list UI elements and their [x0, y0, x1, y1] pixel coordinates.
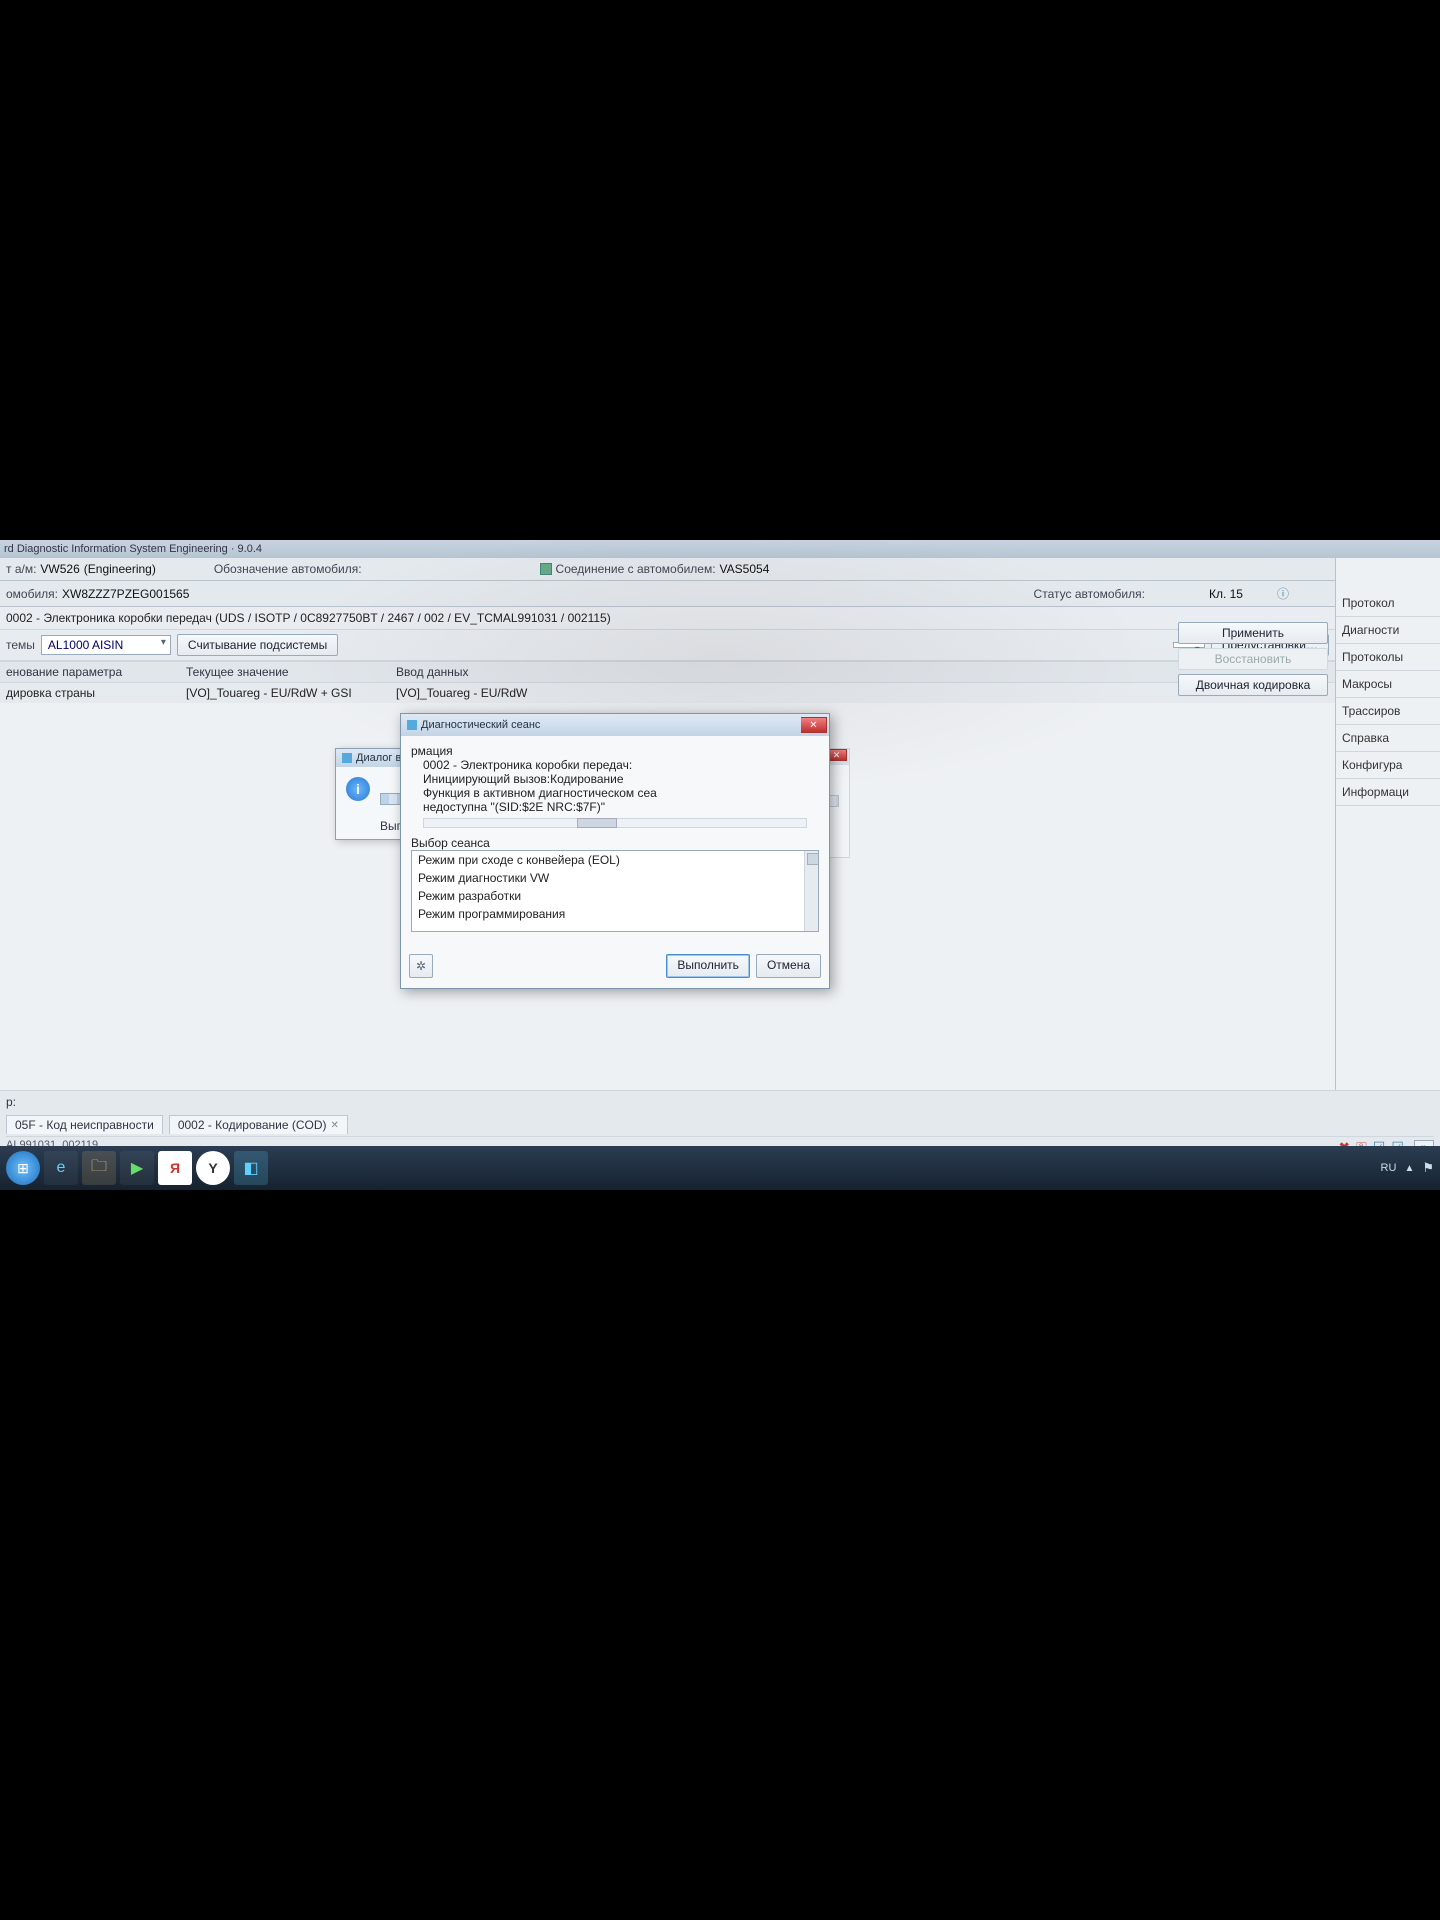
sidebar-tab[interactable]: Протокол	[1336, 590, 1440, 617]
module-identifier: 0002 - Электроника коробки передач (UDS …	[0, 607, 1335, 630]
table-row[interactable]: дировка страны [VO]_Touareg - EU/RdW + G…	[0, 683, 1335, 703]
session-option[interactable]: Режим разработки	[412, 887, 818, 905]
session-option[interactable]: Режим диагностики VW	[412, 869, 818, 887]
info-icon: i	[346, 777, 370, 801]
dialog-close-icon[interactable]: ✕	[801, 717, 827, 733]
sidebar-tab[interactable]: Макросы	[1336, 671, 1440, 698]
action-buttons: Применить Восстановить Двоичная кодировк…	[1178, 622, 1328, 696]
tray-show-hidden-icon[interactable]: ▲	[1404, 1163, 1414, 1174]
dialog-settings-icon[interactable]: ✲	[409, 954, 433, 978]
taskbar-yandex-icon[interactable]: Я	[158, 1151, 192, 1185]
binary-coding-button[interactable]: Двоичная кодировка	[1178, 674, 1328, 696]
dialog-info-line: Инициирующий вызов:Кодирование	[423, 772, 819, 786]
taskbar: ⊞ e 🗀 ▶ Я Y ◧ RU ▲ ⚑	[0, 1146, 1440, 1190]
th-param-name: енование параметра	[6, 665, 186, 679]
info-scrollbar[interactable]	[423, 818, 807, 828]
footer-label: р:	[6, 1095, 1434, 1113]
dialog-title-text: Диагностический сеанс	[421, 719, 540, 731]
vehicle-type-value: VW526	[40, 562, 79, 576]
taskbar-media-icon[interactable]: ▶	[120, 1151, 154, 1185]
right-sidebar: Протокол Диагности Протоколы Макросы Тра…	[1335, 558, 1440, 1118]
footer-tab[interactable]: 05F - Код неисправности	[6, 1115, 163, 1134]
cancel-button[interactable]: Отмена	[756, 954, 821, 978]
system-tray: RU ▲ ⚑	[1381, 1160, 1434, 1176]
tray-lang[interactable]: RU	[1381, 1162, 1397, 1174]
sidebar-tab[interactable]: Информаци	[1336, 779, 1440, 806]
connection-value: VAS5054	[720, 562, 770, 576]
vehicle-status-label: Статус автомобиля:	[1034, 587, 1145, 601]
dialog-info-header: рмация	[411, 744, 819, 758]
close-tab-icon[interactable]: ✕	[331, 1120, 339, 1131]
window-titlebar: rd Diagnostic Information System Enginee…	[0, 540, 1440, 558]
session-option[interactable]: Режим при сходе с конвейера (EOL)	[412, 851, 818, 869]
engineering-tag: (Engineering)	[84, 562, 156, 576]
diagnostic-session-dialog: Диагностический сеанс ✕ рмация 0002 - Эл…	[400, 713, 830, 989]
listbox-scrollbar[interactable]	[804, 851, 818, 931]
session-listbox[interactable]: Режим при сходе с конвейера (EOL) Режим …	[411, 850, 819, 932]
dialog-info-line: Функция в активном диагностическом сеа	[423, 786, 819, 800]
sidebar-tab[interactable]: Диагности	[1336, 617, 1440, 644]
cell-current-value: [VO]_Touareg - EU/RdW + GSI	[186, 686, 396, 700]
footer-tab[interactable]: 0002 - Кодирование (COD) ✕	[169, 1115, 348, 1134]
connection-icon	[540, 563, 552, 575]
dialog-info-line: 0002 - Электроника коробки передач:	[423, 758, 819, 772]
start-button[interactable]: ⊞	[6, 1151, 40, 1185]
footer-tab-label: 05F - Код неисправности	[15, 1118, 154, 1132]
taskbar-ie-icon[interactable]: e	[44, 1151, 78, 1185]
toolbar: темы AL1000 AISIN Считывание подсистемы …	[0, 630, 1335, 661]
footer-tab-label: 0002 - Кодирование (COD)	[178, 1118, 327, 1132]
session-select-label: Выбор сеанса	[411, 836, 819, 850]
app-icon	[342, 753, 352, 763]
taskbar-app-icon[interactable]: ◧	[234, 1151, 268, 1185]
app-icon	[407, 720, 417, 730]
cell-param-name: дировка страны	[6, 686, 186, 700]
sidebar-tab[interactable]: Конфигура	[1336, 752, 1440, 779]
header-row-2: омобиля: XW8ZZZ7PZEG001565 Статус автомо…	[0, 581, 1335, 607]
sidebar-tab[interactable]: Протоколы	[1336, 644, 1440, 671]
titlebar-text: rd Diagnostic Information System Enginee…	[4, 543, 262, 555]
vehicle-type-label: т а/м:	[6, 562, 36, 576]
read-subsystem-button[interactable]: Считывание подсистемы	[177, 634, 338, 656]
restore-button: Восстановить	[1178, 648, 1328, 670]
th-current-value: Текущее значение	[186, 665, 396, 679]
taskbar-yandex-browser-icon[interactable]: Y	[196, 1151, 230, 1185]
app-window: rd Diagnostic Information System Enginee…	[0, 540, 1440, 1190]
sidebar-tab[interactable]: Справка	[1336, 725, 1440, 752]
vin-value: XW8ZZZ7PZEG001565	[62, 587, 189, 601]
session-option[interactable]: Режим программирования	[412, 905, 818, 923]
vehicle-status-value: Кл. 15	[1209, 587, 1243, 601]
sidebar-tab[interactable]: Трассиров	[1336, 698, 1440, 725]
workspace: — ☐ ✕ Диалог вып i Выполняе	[0, 703, 1335, 1123]
info-icon[interactable]: ⓘ	[1277, 585, 1289, 602]
connection-label: Соединение с автомобилем:	[556, 562, 716, 576]
params-table-header: енование параметра Текущее значение Ввод…	[0, 661, 1335, 683]
vin-label: омобиля:	[6, 587, 58, 601]
taskbar-explorer-icon[interactable]: 🗀	[82, 1151, 116, 1185]
system-label: темы	[6, 638, 35, 652]
vehicle-desc-label: Обозначение автомобиля:	[214, 562, 362, 576]
apply-button[interactable]: Применить	[1178, 622, 1328, 644]
tray-flag-icon[interactable]: ⚑	[1422, 1160, 1434, 1176]
ghost-close-icon[interactable]: ✕	[827, 749, 847, 761]
header-row-1: т а/м: VW526 (Engineering) Обозначение а…	[0, 558, 1335, 581]
system-combo[interactable]: AL1000 AISIN	[41, 635, 171, 655]
execute-button[interactable]: Выполнить	[666, 954, 750, 978]
content-area: т а/м: VW526 (Engineering) Обозначение а…	[0, 558, 1335, 1123]
footer: р: 05F - Код неисправности 0002 - Кодиро…	[0, 1090, 1440, 1146]
dialog-info-line: недоступна "(SID:$2E NRC:$7F)"	[423, 800, 819, 814]
